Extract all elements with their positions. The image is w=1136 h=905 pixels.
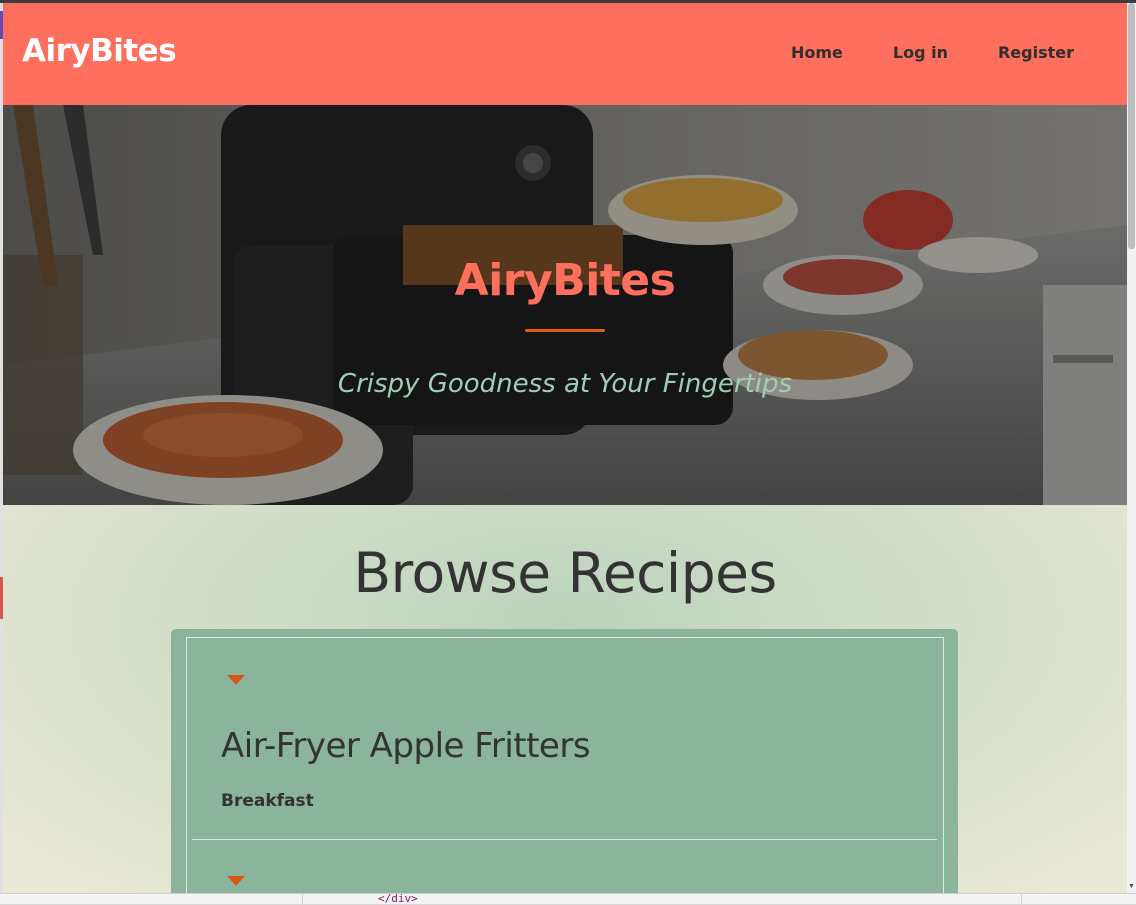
page-viewport: AiryBites Home Log in Register AiryBites… <box>3 3 1127 893</box>
nav-link-home[interactable]: Home <box>791 43 843 62</box>
scroll-down-arrow-icon[interactable]: ▼ <box>1127 883 1136 891</box>
navbar: AiryBites Home Log in Register <box>3 3 1127 105</box>
recipes-list: Air-Fryer Apple Fritters Breakfast <box>186 637 944 893</box>
hero-title-underline <box>525 329 605 332</box>
recipe-item: Air-Fryer Apple Fritters Breakfast <box>192 638 937 840</box>
hero-banner: AiryBites Crispy Goodness at Your Finger… <box>3 105 1127 505</box>
nav-link-login[interactable]: Log in <box>893 43 948 62</box>
section-heading: Browse Recipes <box>353 541 777 605</box>
main-content: Browse Recipes Air-Fryer Apple Fritters … <box>3 505 1127 893</box>
recipe-name[interactable]: Air-Fryer Apple Fritters <box>221 726 591 766</box>
recipe-category: Breakfast <box>221 791 314 811</box>
nav-link-register[interactable]: Register <box>998 43 1074 62</box>
devtools-panel-edge: </div> <box>0 892 1136 905</box>
caret-down-icon[interactable] <box>227 876 245 886</box>
scrollbar-thumb[interactable] <box>1128 3 1135 249</box>
vertical-scrollbar[interactable]: ▼ <box>1127 3 1136 893</box>
devtools-code-snippet: </div> <box>378 892 418 905</box>
navbar-brand[interactable]: AiryBites <box>22 33 177 69</box>
caret-down-icon[interactable] <box>227 675 245 685</box>
hero-title: AiryBites <box>454 255 676 306</box>
hero-subtitle: Crispy Goodness at Your Fingertips <box>337 369 793 399</box>
nav-links: Home Log in Register <box>741 43 1074 62</box>
recipes-card: Air-Fryer Apple Fritters Breakfast <box>171 629 958 893</box>
recipe-item <box>192 840 937 893</box>
